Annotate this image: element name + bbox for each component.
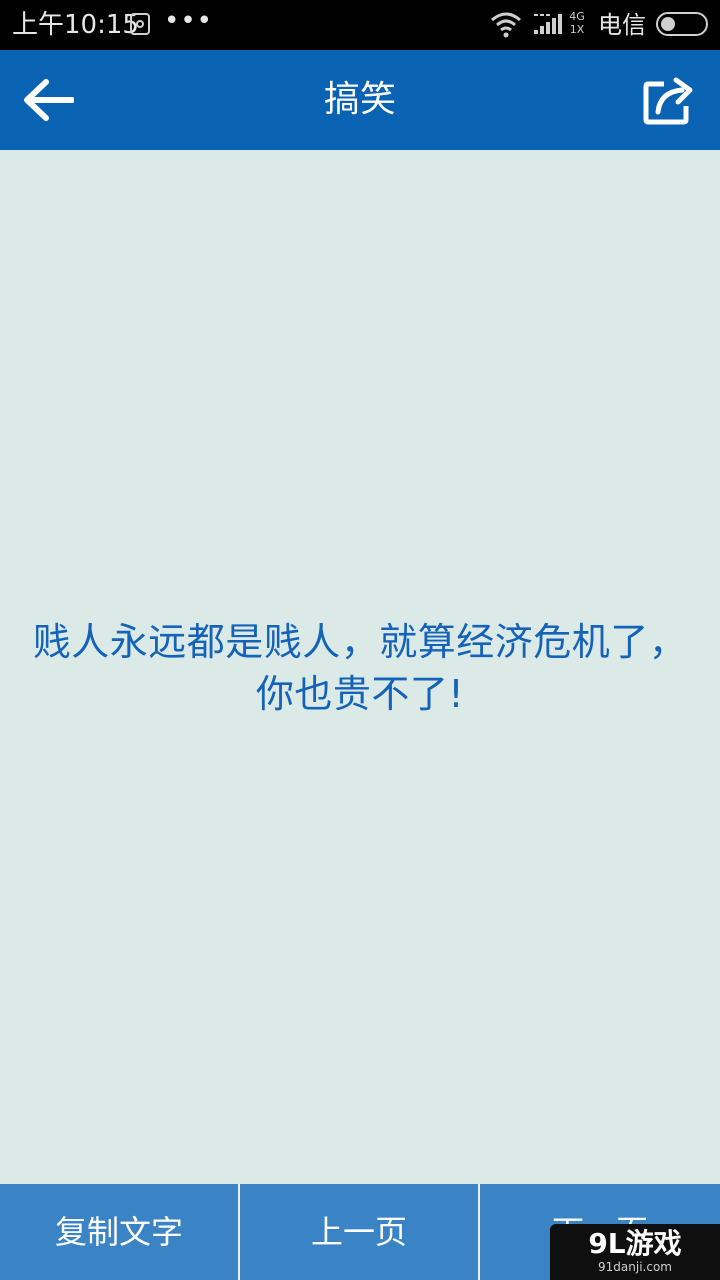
content-area: 贱人永远都是贱人，就算经济危机了，你也贵不了! [0, 150, 720, 1184]
previous-page-button[interactable]: 上一页 [240, 1184, 478, 1280]
arrow-left-icon [24, 79, 74, 121]
status-more-indicator: ••• [164, 6, 214, 36]
back-button[interactable] [18, 70, 78, 130]
share-button[interactable] [638, 70, 702, 130]
joke-text: 贱人永远都是贱人，就算经济危机了，你也贵不了! [32, 620, 688, 716]
top-app-bar: 搞笑 [0, 50, 720, 150]
page-title: 搞笑 [323, 79, 396, 120]
network-type-top: 4G [569, 10, 585, 23]
share-icon [643, 77, 693, 125]
app-notification-icon [130, 13, 150, 35]
watermark-logo: 9L游戏 91danji.com [550, 1224, 720, 1280]
watermark-site: 91danji.com [598, 1260, 672, 1274]
copy-text-button[interactable]: 复制文字 [0, 1184, 238, 1280]
network-type: 4G 1X [566, 10, 588, 36]
signal-icon [534, 14, 562, 34]
network-type-bottom: 1X [569, 23, 585, 36]
status-bar: 上午10:15 ••• 4G 1X 电信 [0, 0, 720, 50]
status-time: 上午10:15 [12, 10, 139, 40]
watermark-brand: 9L游戏 [588, 1227, 682, 1260]
battery-icon [656, 12, 708, 36]
carrier-name: 电信 [598, 11, 646, 39]
wifi-icon [491, 12, 521, 38]
